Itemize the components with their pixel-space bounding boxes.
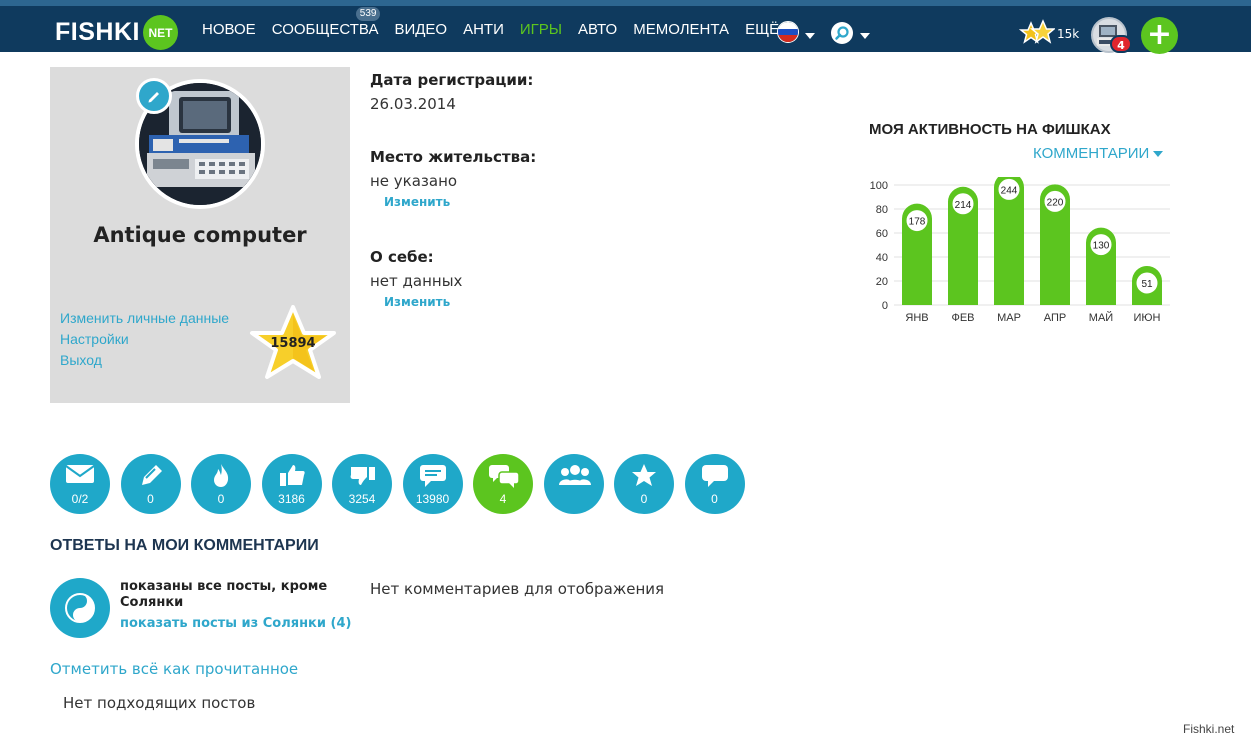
stat-count: 0 bbox=[711, 492, 718, 506]
nav-item-label: СООБЩЕСТВА bbox=[271, 21, 379, 38]
nav-item-label: ВИДЕО bbox=[394, 21, 448, 38]
stat-thumbs-up-button[interactable]: 3186 bbox=[261, 454, 322, 514]
logo-text: FISHKI bbox=[55, 18, 140, 46]
edit-location-link[interactable]: Изменить bbox=[384, 195, 536, 209]
notification-badge[interactable]: 4 bbox=[1110, 35, 1132, 53]
stat-count: 0/2 bbox=[71, 492, 89, 506]
nav-item-label: ЕЩЁ bbox=[745, 21, 780, 38]
nav-item[interactable]: ЕЩЁ bbox=[745, 19, 779, 41]
nav-item[interactable]: АНТИ bbox=[463, 19, 504, 41]
profile-name: Antique computer bbox=[93, 223, 307, 247]
chart-x-tick: ИЮН bbox=[1134, 312, 1161, 324]
chart-data-label: 244 bbox=[1001, 185, 1018, 196]
nav-item-label: МЕМОЛЕНТА bbox=[633, 21, 730, 38]
no-posts-text: Нет подходящих постов bbox=[63, 694, 256, 712]
chart-data-label: 220 bbox=[1047, 197, 1064, 208]
search-icon[interactable] bbox=[831, 22, 853, 44]
chart-x-tick: ЯНВ bbox=[905, 312, 928, 324]
stat-star-button[interactable]: 0 bbox=[614, 454, 674, 514]
activity-type-label: КОММЕНТАРИИ bbox=[1033, 145, 1150, 162]
location-label: Место жительства: bbox=[370, 148, 537, 166]
nav-item-label: НОВОЕ bbox=[202, 21, 256, 38]
nav-item[interactable]: АВТО bbox=[578, 19, 617, 41]
nav-item-label: АНТИ bbox=[463, 21, 504, 38]
show-solyanka-link[interactable]: показать посты из Солянки (4) bbox=[120, 616, 351, 631]
profile-card: Antique computer Изменить личные данные … bbox=[50, 67, 350, 403]
chart-x-tick: МАР bbox=[997, 312, 1021, 324]
stat-count: 3254 bbox=[348, 492, 376, 506]
stat-comments-button[interactable]: 4 bbox=[473, 454, 533, 514]
stat-chat-button[interactable]: 0 bbox=[684, 454, 745, 514]
chart-data-label: 178 bbox=[909, 217, 926, 228]
chart-data-label: 130 bbox=[1093, 241, 1110, 252]
nav-item-label: ИГРЫ bbox=[519, 21, 563, 38]
chart-x-tick: МАЙ bbox=[1089, 311, 1113, 324]
stat-thumbs-down-button[interactable]: 3254 bbox=[332, 454, 392, 514]
section-title: ОТВЕТЫ НА МОИ КОММЕНТАРИИ bbox=[50, 537, 319, 554]
watermark: Fishki.net bbox=[1183, 722, 1235, 736]
rating-star-icon[interactable] bbox=[1019, 18, 1055, 50]
registration-date: 26.03.2014 bbox=[370, 95, 456, 113]
nav-item[interactable]: МЕМОЛЕНТА bbox=[633, 19, 729, 41]
activity-type-select[interactable]: КОММЕНТАРИИ bbox=[1033, 145, 1164, 162]
chevron-down-icon bbox=[1153, 151, 1164, 158]
location-value: не указано bbox=[370, 172, 458, 190]
settings-link[interactable]: Настройки bbox=[60, 329, 229, 350]
stat-count: 3186 bbox=[278, 492, 305, 506]
profile-links: Изменить личные данные Настройки Выход bbox=[60, 308, 229, 371]
chart-y-tick: 0 bbox=[882, 300, 888, 312]
filter-text: показаны все посты, кроме Солянки bbox=[120, 579, 328, 610]
activity-chart: 0 20 40 60 80 100 178 ЯНВ 214 ФЕВ 244 МАР 220 АПР 130 М… bbox=[870, 177, 1170, 324]
stat-pencil-button[interactable]: 0 bbox=[120, 454, 181, 514]
chart-y-tick: 100 bbox=[870, 180, 888, 192]
logout-link[interactable]: Выход bbox=[60, 350, 229, 371]
add-post-button[interactable]: + bbox=[1141, 17, 1178, 54]
nav-item-label: АВТО bbox=[578, 21, 618, 38]
stat-comment-button[interactable]: 13980 bbox=[402, 454, 463, 514]
top-navbar: FISHKI NET НОВОЕ СООБЩЕСТВА 539 ВИДЕО АНТИ ИГ… bbox=[0, 0, 1251, 54]
chart-y-tick: 60 bbox=[876, 228, 888, 240]
chevron-down-icon[interactable] bbox=[805, 33, 815, 39]
registration-label: Дата регистрации: bbox=[370, 71, 534, 89]
nav-badge: 539 bbox=[355, 7, 381, 21]
edit-profile-link[interactable]: Изменить личные данные bbox=[60, 308, 229, 329]
mark-all-read-link[interactable]: Отметить всё как прочитанное bbox=[50, 660, 298, 678]
logo-badge: NET bbox=[142, 15, 178, 50]
score-value: 15894 bbox=[270, 336, 316, 351]
stat-count: 4 bbox=[499, 492, 507, 506]
stat-fire-button[interactable]: 0 bbox=[191, 454, 251, 514]
main-nav: НОВОЕ СООБЩЕСТВА 539 ВИДЕО АНТИ ИГРЫ АВТО МЕМОЛ… bbox=[202, 7, 795, 41]
chart-y-tick: 20 bbox=[876, 276, 888, 288]
stats-bar: 0/2 0 0 3186 3254 13980 4 0 0 bbox=[50, 454, 755, 514]
about-value: нет данных bbox=[370, 272, 463, 290]
about-label: О себе: bbox=[370, 248, 434, 266]
chart-x-tick: ФЕВ bbox=[951, 312, 974, 324]
stat-count: 13980 bbox=[415, 492, 450, 506]
empty-comments-text: Нет комментариев для отображения bbox=[370, 580, 665, 598]
stat-count: 0 bbox=[640, 492, 648, 506]
stat-mail-button[interactable]: 0/2 bbox=[50, 454, 110, 514]
chevron-down-icon[interactable] bbox=[860, 33, 870, 39]
edit-avatar-icon[interactable] bbox=[136, 78, 172, 114]
site-logo[interactable]: FISHKI NET bbox=[55, 15, 178, 50]
chart-data-label: 214 bbox=[955, 200, 972, 211]
russia-flag-icon[interactable] bbox=[777, 21, 799, 43]
stat-users-button[interactable] bbox=[543, 454, 604, 514]
edit-about-link[interactable]: Изменить bbox=[384, 295, 462, 309]
nav-item[interactable]: НОВОЕ bbox=[202, 19, 256, 41]
nav-item[interactable]: ВИДЕО bbox=[394, 19, 447, 41]
chart-y-tick: 40 bbox=[876, 252, 888, 264]
chart-y-tick: 80 bbox=[876, 204, 888, 216]
nav-item[interactable]: СООБЩЕСТВА 539 bbox=[271, 7, 381, 41]
yin-yang-icon[interactable] bbox=[50, 578, 110, 638]
rating-value[interactable]: 15k bbox=[1057, 27, 1079, 41]
stat-count: 0 bbox=[217, 492, 225, 506]
activity-title: МОЯ АКТИВНОСТЬ НА ФИШКАХ bbox=[869, 121, 1111, 138]
chart-x-tick: АПР bbox=[1044, 312, 1066, 324]
chart-data-label: 51 bbox=[1141, 279, 1153, 290]
stat-count: 0 bbox=[147, 492, 154, 506]
nav-item[interactable]: ИГРЫ bbox=[520, 19, 562, 41]
